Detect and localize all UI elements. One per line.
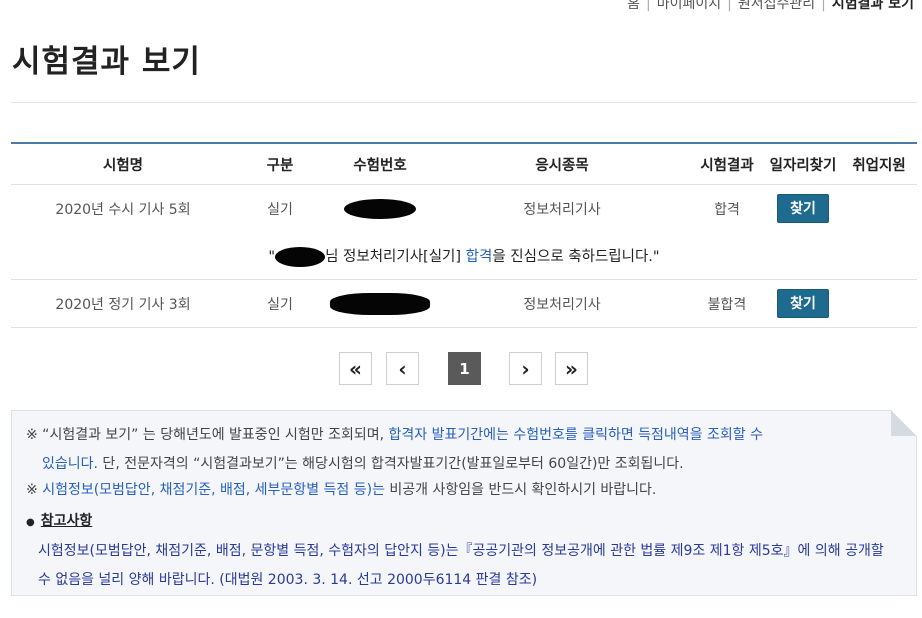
find-job-button[interactable]: 찾기	[777, 194, 829, 223]
breadcrumb-current: 시험결과 보기	[831, 0, 914, 12]
notice-link-text: 있습니다.	[42, 456, 98, 472]
title-divider	[11, 102, 917, 103]
table-header-row: 시험명 구분 수험번호 응시종목 시험결과 일자리찾기 취업지원	[11, 143, 917, 185]
find-job-button[interactable]: 찾기	[777, 289, 829, 318]
notice-mark: ※	[26, 427, 38, 443]
table-row: 2020년 정기 기사 3회 실기 정보처리기사 불합격 찾기	[11, 279, 917, 328]
notice-item-2: ※ 시험정보(모범답안, 채점기준, 배점, 세부문항별 득점 등)는 비공개 …	[26, 476, 886, 505]
exam-name: 2020년 정기 기사 3회	[11, 279, 235, 328]
congrats-highlight: 합격	[465, 248, 493, 265]
congrats-prefix: 님 정보처리기사[실기]	[325, 248, 466, 265]
header-employment-support: 취업지원	[841, 143, 917, 185]
first-page-button[interactable]: «	[339, 352, 372, 385]
breadcrumb: 홈 | 마이페이지 | 원서접수관리 | 시험결과 보기	[627, 0, 914, 13]
prev-page-button[interactable]: ‹	[386, 352, 419, 385]
last-page-button[interactable]: »	[555, 352, 588, 385]
notice-link-text: 시험정보(모범답안, 채점기준, 배점, 세부문항별 득점 등)는	[42, 482, 385, 498]
notice-text: “시험결과 보기” 는 당해년도에 발표중인 시험만 조회되며,	[37, 427, 389, 443]
results-table: 시험명 구분 수험번호 응시종목 시험결과 일자리찾기 취업지원 2020년 수…	[11, 142, 917, 328]
candidate-number-cell[interactable]	[325, 185, 435, 233]
breadcrumb-home[interactable]: 홈	[627, 0, 640, 12]
redacted-candidate-number[interactable]	[330, 292, 430, 315]
notice-link-text: 합격자 발표기간에는 수험번호를 클릭하면 득점내역을 조회할 수	[388, 427, 763, 443]
exam-result: 합격	[714, 201, 740, 218]
employment-support-cell	[841, 279, 917, 328]
notice-item-1: ※ “시험결과 보기” 는 당해년도에 발표중인 시험만 조회되며, 합격자 발…	[26, 421, 886, 479]
notice-box: ※ “시험결과 보기” 는 당해년도에 발표중인 시험만 조회되며, 합격자 발…	[11, 410, 917, 596]
congrats-quote: "	[268, 248, 276, 265]
breadcrumb-separator: |	[727, 0, 732, 12]
congrats-row: " 님 정보처리기사[실기] 합격을 진심으로 축하드립니다."	[11, 232, 917, 280]
breadcrumb-separator: |	[821, 0, 826, 12]
exam-type: 실기	[267, 201, 293, 218]
breadcrumb-separator: |	[646, 0, 651, 12]
redacted-candidate-number[interactable]	[344, 198, 416, 219]
notice-text: 비공개 사항임을 반드시 확인하시기 바랍니다.	[384, 482, 657, 498]
job-search-cell: 찾기	[765, 185, 841, 233]
header-exam-name: 시험명	[11, 143, 235, 185]
notice-reference: ● 참고사항 시험정보(모범답안, 채점기준, 배점, 문항별 득점, 수험자의 …	[26, 507, 886, 595]
page-title: 시험결과 보기	[12, 44, 201, 80]
header-subject: 응시종목	[435, 143, 689, 185]
exam-subject: 정보처리기사	[523, 201, 601, 218]
header-candidate-number: 수험번호	[325, 143, 435, 185]
job-search-cell: 찾기	[765, 279, 841, 328]
exam-subject: 정보처리기사	[435, 279, 689, 328]
congrats-suffix: 을 진심으로 축하드립니다."	[492, 248, 660, 265]
page-1-button[interactable]: 1	[448, 352, 481, 385]
exam-type: 실기	[235, 279, 325, 328]
table-row: 2020년 수시 기사 5회 실기 정보처리기사 합격 찾기	[11, 185, 917, 233]
exam-name: 2020년 수시 기사 5회	[55, 201, 191, 218]
breadcrumb-application[interactable]: 원서접수관리	[738, 0, 815, 12]
congrats-message: " 님 정보처리기사[실기] 합격을 진심으로 축하드립니다."	[11, 232, 917, 280]
next-page-button[interactable]: ›	[509, 352, 542, 385]
notice-mark: ※	[26, 482, 38, 498]
candidate-number-cell[interactable]	[325, 279, 435, 328]
header-type: 구분	[235, 143, 325, 185]
redacted-name	[275, 246, 326, 267]
employment-support-cell	[841, 185, 917, 233]
notice-text: 단, 전문자격의 “시험결과보기”는 해당시험의 합격자발표기간(발표일로부터 …	[97, 456, 684, 472]
page-fold-icon	[891, 410, 917, 436]
reference-body: 시험정보(모범답안, 채점기준, 배점, 문항별 득점, 수험자의 답안지 등)…	[38, 543, 884, 588]
exam-result: 불합격	[689, 279, 765, 328]
breadcrumb-mypage[interactable]: 마이페이지	[657, 0, 721, 12]
bullet-icon: ●	[26, 517, 35, 528]
header-result: 시험결과	[689, 143, 765, 185]
header-job-search: 일자리찾기	[765, 143, 841, 185]
reference-heading: 참고사항	[40, 513, 93, 529]
